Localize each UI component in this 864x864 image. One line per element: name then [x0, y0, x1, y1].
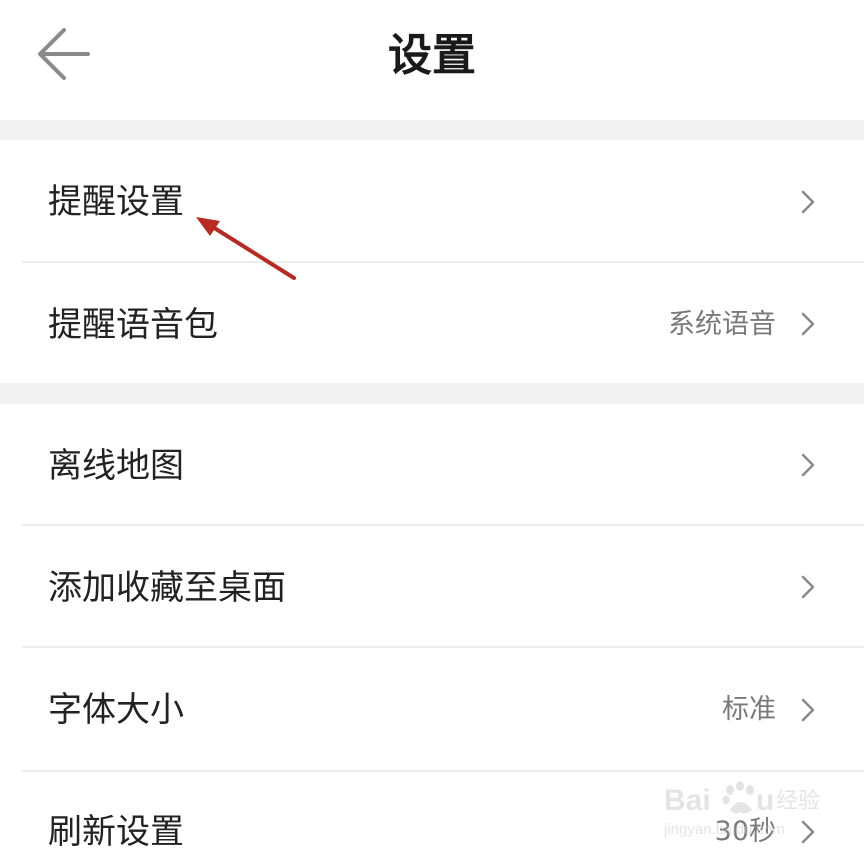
svg-text:u: u	[756, 784, 774, 817]
row-label: 提醒语音包	[48, 305, 218, 345]
svg-text:Bai: Bai	[664, 784, 711, 817]
chevron-right-icon	[801, 312, 815, 336]
row-label: 添加收藏至桌面	[48, 568, 286, 608]
baidu-watermark-logo: Bai u 经验 jingyan.baidu.com	[664, 781, 820, 838]
chevron-right-icon	[801, 698, 815, 722]
svg-text:经验: 经验	[776, 789, 820, 814]
row-value: 系统语音	[668, 309, 776, 340]
page-title: 设置	[388, 30, 476, 81]
row-value: 标准	[722, 694, 776, 725]
chevron-right-icon	[801, 453, 815, 477]
row-label: 提醒设置	[48, 182, 184, 222]
section-gap	[0, 120, 864, 140]
row-label: 离线地图	[48, 446, 184, 486]
svg-text:jingyan.baidu.com: jingyan.baidu.com	[664, 821, 785, 838]
settings-page: 设置 提醒设置 提醒语音包 系统语音 离线地图 添加收藏至桌面 字体大小 标准 …	[0, 0, 864, 864]
annotation-arrow-icon	[196, 217, 296, 280]
row-label: 字体大小	[48, 690, 184, 730]
chevron-right-icon	[801, 190, 815, 214]
row-offline-map[interactable]: 离线地图	[0, 404, 864, 524]
row-add-favorites[interactable]: 添加收藏至桌面	[0, 526, 864, 646]
chevron-right-icon	[801, 575, 815, 599]
header-bar: 设置	[0, 0, 864, 120]
row-font-size[interactable]: 字体大小 标准	[0, 648, 864, 770]
row-label: 刷新设置	[48, 812, 184, 852]
row-reminder-settings[interactable]: 提醒设置	[0, 140, 864, 262]
section-gap	[0, 383, 864, 404]
row-voice-pack[interactable]: 提醒语音包 系统语音	[0, 263, 864, 383]
